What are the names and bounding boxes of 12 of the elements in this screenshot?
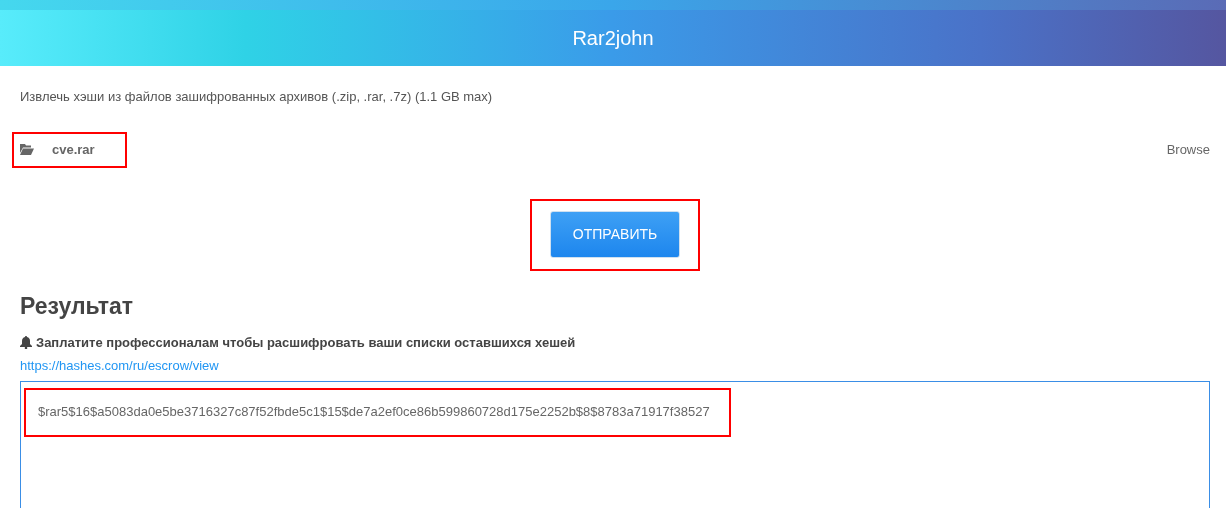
browse-link[interactable]: Browse — [1166, 139, 1210, 160]
file-name: cve.rar — [52, 140, 95, 159]
notice-text: Заплатите профессионалам чтобы расшифровать ваши списки оставшихся хешей — [36, 334, 576, 353]
submit-button[interactable]: ОТПРАВИТЬ — [550, 211, 680, 258]
page-title: Rar2john — [572, 26, 654, 51]
output-field[interactable]: $rar5$16$a5083da0e5be3716327c87f52fbde5c1$15$de7a2ef0ce86b599860728d175e2252b$8$8783a71917f38527 — [20, 380, 1210, 508]
hash-text: $rar5$16$a5083da0e5be3716327c87f52fbde5c1$15$de7a2ef0ce86b599860728d175e2252b$8$8783a71917f38527 — [38, 403, 710, 422]
escrow-link[interactable]: https://hashes.com/ru/escrow/view — [20, 357, 219, 373]
section-heading: Результат — [20, 292, 134, 321]
description-text: Извлечь хэши из файлов зашифрованных архивов (.zip, .rar, .7z) (1.1 GB max) — [20, 88, 494, 106]
bell-icon — [20, 336, 32, 350]
folder-icon — [20, 144, 34, 155]
